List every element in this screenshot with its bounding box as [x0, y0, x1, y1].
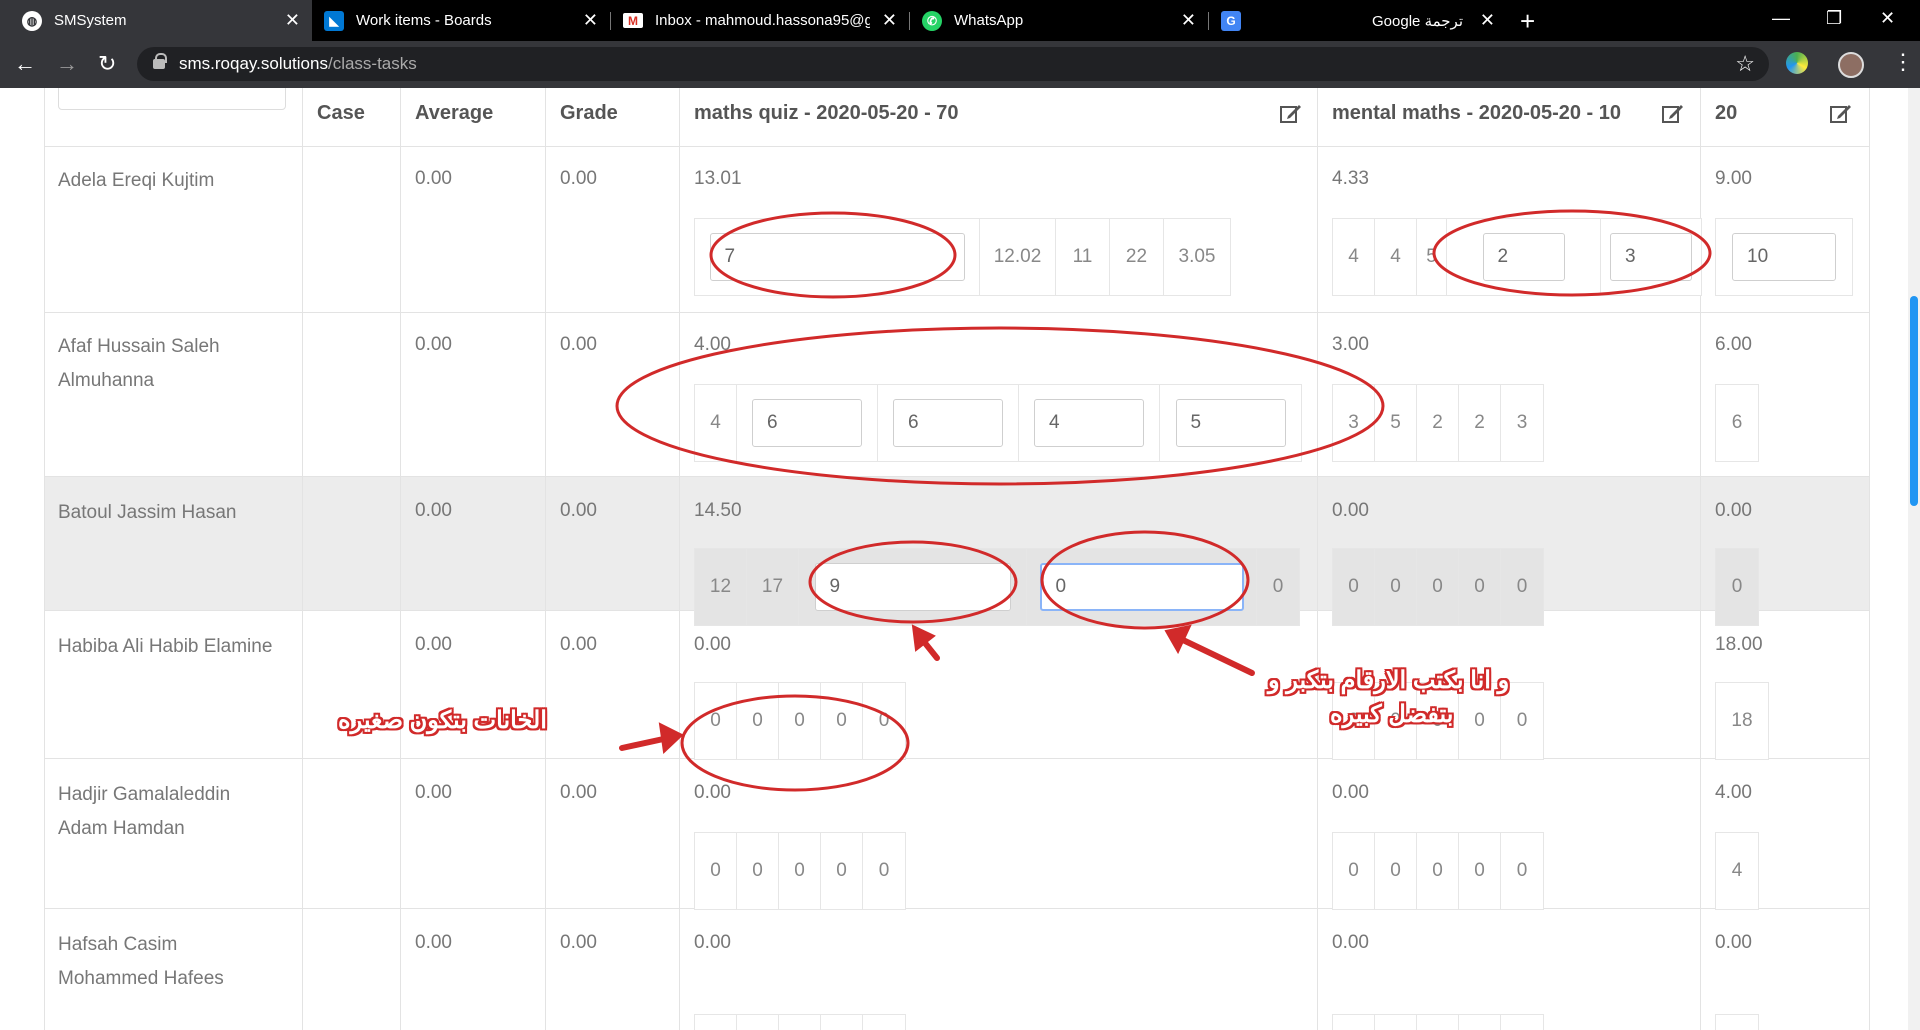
annotation-ellipse: [1040, 530, 1250, 630]
page-viewport: Case Average Grade maths quiz - 2020-05-…: [0, 88, 1920, 1030]
annotation-ellipse: [1432, 209, 1712, 297]
extension-icon[interactable]: [1786, 52, 1808, 74]
annotation-ellipse: [808, 540, 1018, 624]
tab-google-translate[interactable]: G Google ترجمة ✕: [1209, 0, 1507, 41]
globe-icon: ◍: [22, 10, 42, 31]
address-bar[interactable]: sms.roqay.solutions/class-tasks ☆: [137, 47, 1769, 81]
minimize-icon[interactable]: —: [1772, 8, 1790, 29]
restore-icon[interactable]: ❐: [1826, 8, 1842, 29]
tab-gmail[interactable]: M Inbox - mahmoud.hassona95@g ✕: [611, 0, 909, 41]
tab-whatsapp[interactable]: ✆ WhatsApp ✕: [910, 0, 1208, 41]
tab-title: SMSystem: [54, 12, 127, 29]
close-tab-icon[interactable]: ✕: [1480, 10, 1495, 31]
tab-title: Work items - Boards: [356, 12, 492, 29]
annotation-ellipse: [709, 211, 957, 299]
annotation-small-cells-note: الخانات بتكون صغيره: [338, 707, 547, 734]
annotation-arrow: [619, 735, 671, 751]
lock-icon: [153, 53, 167, 69]
tab-title: WhatsApp: [954, 12, 1024, 29]
new-tab-icon[interactable]: +: [1520, 6, 1535, 37]
tab-title: Inbox - mahmoud.hassona95@g: [655, 12, 870, 29]
annotation-ellipse: [680, 694, 910, 792]
browser-toolbar: ← → ↻ sms.roqay.solutions/class-tasks ☆ …: [0, 41, 1920, 88]
azure-devops-icon: ◣: [324, 10, 344, 31]
forward-arrow-icon[interactable]: →: [56, 51, 78, 77]
annotation-arrowhead: [658, 722, 684, 755]
close-window-icon[interactable]: ✕: [1880, 8, 1895, 29]
close-tab-icon[interactable]: ✕: [882, 10, 897, 31]
menu-kebab-icon[interactable]: ⋮: [1892, 49, 1914, 75]
page-scrollbar[interactable]: [1908, 88, 1920, 1030]
scrollbar-thumb[interactable]: [1910, 296, 1918, 506]
bookmark-star-icon[interactable]: ☆: [1735, 51, 1755, 77]
browser-tab-bar: ◍ SMSystem ✕ ◣ Work items - Boards ✕ M I…: [0, 0, 1920, 41]
tab-title: Google ترجمة: [1372, 12, 1463, 30]
annotation-arrow: [1180, 637, 1255, 676]
gmail-icon: M: [623, 13, 643, 28]
google-translate-icon: G: [1221, 10, 1241, 31]
annotation-typing-note-2: بتفضل كبيره: [1330, 701, 1454, 728]
annotation-typing-note: و انا بكتب الارقام بتكبر و: [1268, 667, 1510, 694]
reload-icon[interactable]: ↻: [98, 51, 116, 77]
annotation-ellipse: [615, 326, 1385, 486]
back-arrow-icon[interactable]: ←: [14, 51, 36, 77]
whatsapp-icon: ✆: [922, 10, 942, 31]
url-text: sms.roqay.solutions/class-tasks: [179, 54, 417, 73]
close-tab-icon[interactable]: ✕: [285, 10, 300, 31]
profile-avatar[interactable]: [1838, 52, 1864, 78]
tab-smsystem[interactable]: ◍ SMSystem ✕: [0, 0, 312, 41]
tab-work-items[interactable]: ◣ Work items - Boards ✕: [312, 0, 610, 41]
close-tab-icon[interactable]: ✕: [1181, 10, 1196, 31]
annotation-overlay: [615, 209, 1712, 792]
close-tab-icon[interactable]: ✕: [583, 10, 598, 31]
